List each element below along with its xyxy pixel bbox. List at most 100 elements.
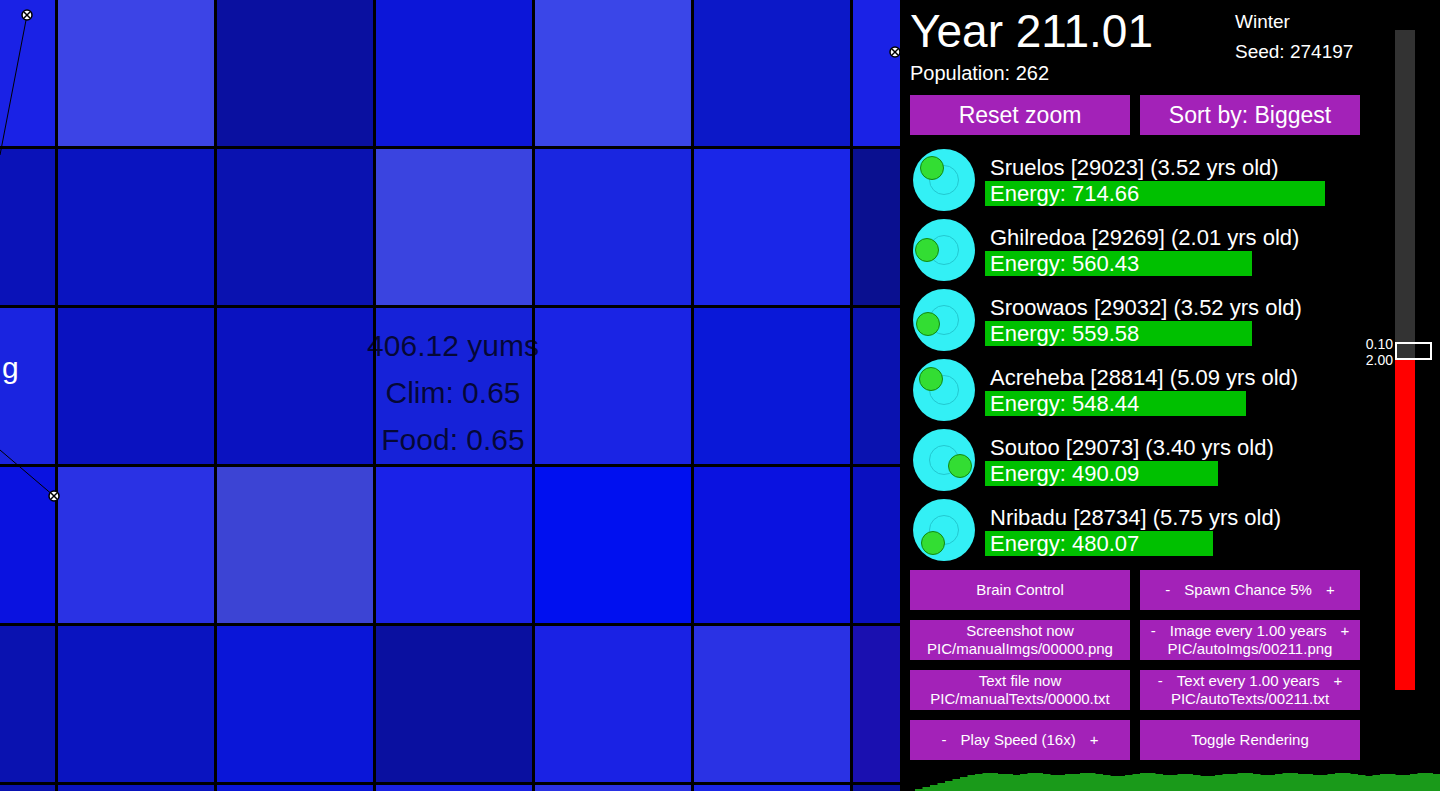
control-path: PIC/autoTexts/00211.txt bbox=[1140, 690, 1360, 708]
speed-slider[interactable]: 0.102.00 bbox=[1395, 30, 1415, 690]
population-bar bbox=[1005, 774, 1013, 791]
tile[interactable] bbox=[0, 626, 55, 782]
increase-button[interactable]: + bbox=[1340, 622, 1349, 640]
top-button[interactable]: Sort by: Biggest bbox=[1140, 95, 1360, 135]
tile[interactable] bbox=[376, 467, 532, 623]
population-bar bbox=[1343, 773, 1351, 791]
tile-info-line: Food: 0.65 bbox=[381, 416, 524, 463]
population-bar bbox=[960, 777, 968, 791]
tile[interactable] bbox=[376, 785, 532, 791]
tile[interactable] bbox=[0, 0, 55, 146]
tile[interactable] bbox=[0, 785, 55, 791]
speed-label: 0.10 bbox=[1366, 336, 1393, 352]
tile[interactable] bbox=[0, 149, 55, 305]
creature-icon bbox=[913, 429, 975, 491]
world-canvas[interactable]: g406.12 yumsClim: 0.65Food: 0.65 bbox=[0, 0, 900, 791]
control-label-row: -Play Speed (16x)+ bbox=[910, 731, 1130, 749]
speed-label: 2.00 bbox=[1366, 352, 1393, 368]
control-button[interactable]: Brain Control bbox=[910, 570, 1130, 610]
tile[interactable] bbox=[217, 467, 373, 623]
decrease-button[interactable]: - bbox=[1151, 622, 1156, 640]
top-button[interactable]: Reset zoom bbox=[910, 95, 1130, 135]
population-bar bbox=[938, 783, 946, 791]
population-bar bbox=[1088, 773, 1096, 791]
control-label-row: Brain Control bbox=[910, 581, 1130, 599]
control-button[interactable]: Screenshot nowPIC/manualImgs/00000.png bbox=[910, 620, 1130, 660]
tile[interactable] bbox=[853, 308, 900, 464]
population-bar bbox=[1283, 773, 1291, 791]
tile[interactable] bbox=[535, 785, 691, 791]
tile[interactable] bbox=[694, 626, 850, 782]
tile[interactable] bbox=[853, 149, 900, 305]
tile[interactable] bbox=[535, 0, 691, 146]
decrease-button[interactable]: - bbox=[1158, 672, 1163, 690]
panel-main: Year 211.01Population: 262WinterSeed: 27… bbox=[900, 0, 1370, 765]
tile[interactable] bbox=[535, 149, 691, 305]
energy-text: Energy: 548.44 bbox=[985, 391, 1345, 416]
control-label-row: -Spawn Chance 5%+ bbox=[1140, 581, 1360, 599]
tile[interactable] bbox=[58, 467, 214, 623]
energy-bar: Energy: 548.44 bbox=[985, 391, 1345, 416]
increase-button[interactable]: + bbox=[1090, 731, 1099, 749]
creature-marker-icon bbox=[890, 47, 900, 57]
tile[interactable] bbox=[376, 626, 532, 782]
speed-handle[interactable] bbox=[1395, 342, 1432, 360]
tile[interactable] bbox=[694, 308, 850, 464]
creature-list: Sruelos [29023] (3.52 yrs old)Energy: 71… bbox=[910, 145, 1370, 565]
tile[interactable] bbox=[853, 0, 900, 146]
creature-row[interactable]: Ghilredoa [29269] (2.01 yrs old)Energy: … bbox=[910, 215, 1370, 285]
control-button[interactable]: -Spawn Chance 5%+ bbox=[1140, 570, 1360, 610]
creature-row[interactable]: Sroowaos [29032] (3.52 yrs old)Energy: 5… bbox=[910, 285, 1370, 355]
tile[interactable] bbox=[58, 149, 214, 305]
control-button[interactable]: Toggle Rendering bbox=[1140, 720, 1360, 760]
creature-row[interactable]: Nribadu [28734] (5.75 yrs old)Energy: 48… bbox=[910, 495, 1370, 565]
control-button[interactable]: -Play Speed (16x)+ bbox=[910, 720, 1130, 760]
tile[interactable] bbox=[217, 626, 373, 782]
population-bar bbox=[1185, 774, 1193, 791]
speed-slider-column: 0.102.00 bbox=[1370, 0, 1440, 765]
creature-icon bbox=[913, 359, 975, 421]
panel-body: Year 211.01Population: 262WinterSeed: 27… bbox=[900, 0, 1440, 765]
tile[interactable] bbox=[376, 0, 532, 146]
tile[interactable] bbox=[694, 149, 850, 305]
control-button[interactable]: -Text every 1.00 years+PIC/autoTexts/002… bbox=[1140, 670, 1360, 710]
decrease-button[interactable]: - bbox=[1165, 581, 1170, 599]
population-bar bbox=[1148, 773, 1156, 791]
increase-button[interactable]: + bbox=[1326, 581, 1335, 599]
population-bar bbox=[1200, 776, 1208, 791]
creature-row[interactable]: Acreheba [28814] (5.09 yrs old)Energy: 5… bbox=[910, 355, 1370, 425]
tile[interactable] bbox=[58, 626, 214, 782]
control-button[interactable]: Text file nowPIC/manualTexts/00000.txt bbox=[910, 670, 1130, 710]
control-label-row: Toggle Rendering bbox=[1140, 731, 1360, 749]
tile[interactable] bbox=[535, 467, 691, 623]
tile[interactable] bbox=[58, 785, 214, 791]
tile[interactable] bbox=[535, 626, 691, 782]
tile[interactable] bbox=[853, 626, 900, 782]
creature-info: Sroowaos [29032] (3.52 yrs old)Energy: 5… bbox=[985, 295, 1345, 346]
tile[interactable] bbox=[58, 308, 214, 464]
tile[interactable] bbox=[535, 308, 691, 464]
increase-button[interactable]: + bbox=[1333, 672, 1342, 690]
population-bar bbox=[1335, 773, 1343, 791]
creature-icon bbox=[913, 219, 975, 281]
tile[interactable] bbox=[217, 149, 373, 305]
tile[interactable] bbox=[0, 308, 55, 464]
tile[interactable] bbox=[694, 785, 850, 791]
tile[interactable] bbox=[217, 785, 373, 791]
creature-row[interactable]: Soutoo [29073] (3.40 yrs old)Energy: 490… bbox=[910, 425, 1370, 495]
control-button[interactable]: -Image every 1.00 years+PIC/autoImgs/002… bbox=[1140, 620, 1360, 660]
tile[interactable] bbox=[694, 0, 850, 146]
tile[interactable] bbox=[853, 785, 900, 791]
tile[interactable] bbox=[376, 149, 532, 305]
energy-bar: Energy: 480.07 bbox=[985, 531, 1345, 556]
tile[interactable] bbox=[58, 0, 214, 146]
creature-row[interactable]: Sruelos [29023] (3.52 yrs old)Energy: 71… bbox=[910, 145, 1370, 215]
population-bar bbox=[1050, 775, 1058, 791]
tile[interactable] bbox=[217, 0, 373, 146]
tile[interactable] bbox=[853, 467, 900, 623]
control-label: Brain Control bbox=[976, 581, 1064, 599]
population-bar bbox=[1073, 774, 1081, 791]
tile[interactable] bbox=[694, 467, 850, 623]
decrease-button[interactable]: - bbox=[942, 731, 947, 749]
tile[interactable] bbox=[217, 308, 373, 464]
